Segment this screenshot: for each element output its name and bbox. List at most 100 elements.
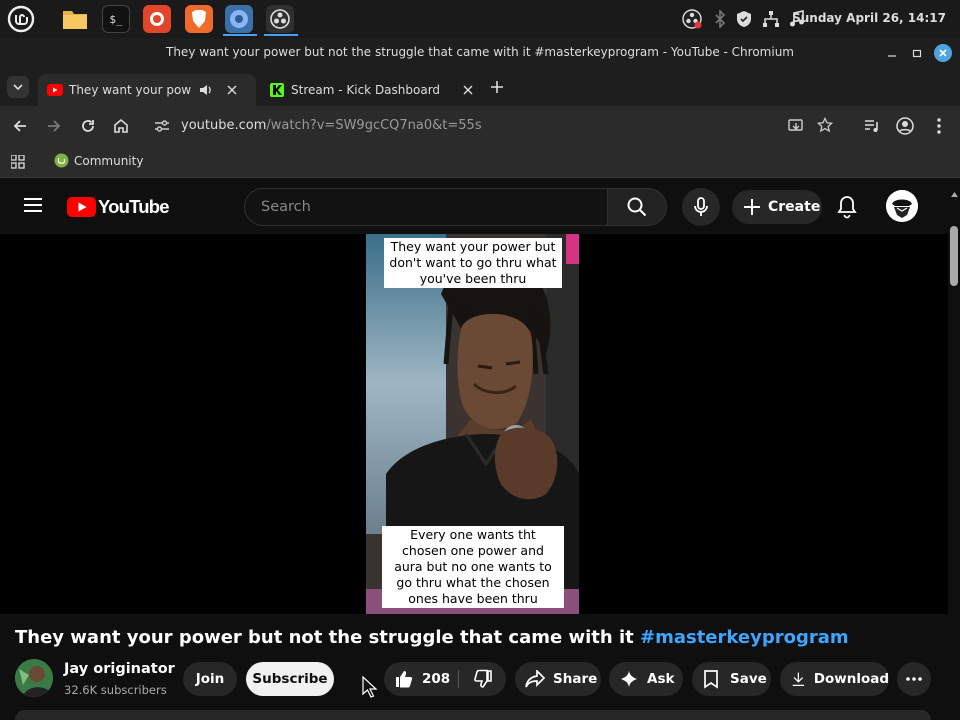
profile-button[interactable] [893,114,917,138]
apps-grid-icon[interactable] [10,154,25,173]
microphone-icon [694,197,708,216]
ask-label: Ask [647,671,675,687]
chromium-icon[interactable] [225,5,253,33]
chevron-down-icon [13,84,23,91]
bell-icon [837,196,857,219]
subscriber-count: 32.6K subscribers [64,683,167,697]
menu-button[interactable] [927,114,951,138]
mouse-cursor-icon [362,676,378,698]
url-text[interactable]: youtube.com/watch?v=SW9gcCQ7na0&t=55s [181,118,482,133]
back-button[interactable] [8,114,32,138]
home-button[interactable] [109,114,133,138]
download-button[interactable]: Download [780,662,889,696]
search-box[interactable]: Search [244,188,608,226]
share-label: Share [553,671,598,687]
download-label: Download [813,671,889,687]
description-box[interactable] [15,710,931,720]
ask-button[interactable]: Ask [609,662,683,696]
kebab-menu-icon [937,118,941,134]
youtube-masthead: YouTube Search Create [0,180,948,234]
close-tab-icon[interactable] [463,85,473,95]
thumbs-up-icon [396,671,413,688]
video-player[interactable]: They want your power but don't want to g… [0,234,948,614]
minimize-button[interactable] [883,44,901,62]
speaker-icon [200,85,211,95]
scrollbar-thumb[interactable] [950,226,958,286]
clock[interactable]: Sunday April 26, 14:17 [792,11,946,25]
bookmark-label: Community [74,153,144,168]
bluetooth-icon[interactable] [710,9,730,29]
taskbar-active-indicator [223,34,257,36]
window-titlebar: They want your power but not the struggl… [0,38,960,68]
hashtag-link[interactable]: #masterkeyprogram [640,627,849,648]
tab-kick[interactable]: Stream - Kick Dashboard [262,74,480,106]
terminal-icon[interactable]: $_ [102,5,130,33]
create-button[interactable]: Create [732,190,822,224]
forward-button[interactable] [42,114,66,138]
plus-icon [744,199,760,215]
network-icon[interactable] [761,9,781,29]
more-actions-button[interactable] [897,662,931,696]
video-caption-top: They want your power but don't want to g… [384,238,562,288]
new-tab-button[interactable] [488,78,506,96]
join-button[interactable]: Join [183,662,237,696]
scroll-up-icon[interactable] [951,182,958,201]
page-scrollbar[interactable] [948,180,960,720]
video-frame[interactable]: They want your power but don't want to g… [366,234,579,614]
kick-favicon-icon [270,83,284,97]
video-title: They want your power but not the struggl… [15,627,849,648]
video-title-text: They want your power but not the struggl… [15,627,640,648]
os-taskbar: $_ Sunday April 26, 14:17 [0,0,960,38]
bookmark-community[interactable]: Community [54,153,143,168]
account-avatar[interactable] [886,190,918,222]
tab-strip: They want your power bu Stream - Kick Da… [0,68,960,106]
bookmark-star-icon[interactable] [817,117,833,133]
share-button[interactable]: Share [515,662,601,696]
sparkle-icon [621,671,637,687]
install-app-icon[interactable] [788,118,804,134]
search-button[interactable] [607,188,667,226]
like-count: 208 [422,671,451,687]
subscribe-button[interactable]: Subscribe [246,662,334,696]
channel-name[interactable]: Jay originator [64,661,175,677]
arrow-left-icon [13,120,26,132]
reload-icon [82,120,94,132]
address-bar[interactable]: youtube.com/watch?v=SW9gcCQ7na0&t=55s [145,110,845,142]
media-controls-button[interactable] [860,114,884,138]
like-button[interactable]: 208 [384,662,458,696]
close-tab-icon[interactable] [227,85,237,95]
tab-title: Stream - Kick Dashboard [291,83,441,97]
taskbar-active-indicator [264,34,298,36]
browser-toolbar: youtube.com/watch?v=SW9gcCQ7na0&t=55s [0,106,960,146]
files-icon[interactable] [61,5,89,33]
home-icon [114,118,128,133]
voice-search-button[interactable] [682,188,720,226]
save-button[interactable]: Save [692,662,771,696]
obs-tray-icon[interactable] [680,7,704,31]
like-dislike-group: 208 [384,662,506,696]
guide-menu-button[interactable] [23,197,43,217]
mint-menu-icon[interactable] [6,4,36,34]
tab-youtube[interactable]: They want your power bu [38,74,256,106]
obs-icon[interactable] [266,5,294,33]
brave-icon[interactable] [185,5,213,33]
window-title: They want your power but not the struggl… [166,45,794,59]
close-window-button[interactable] [934,44,952,62]
search-placeholder[interactable]: Search [261,199,311,215]
firefox-icon[interactable] [143,5,171,33]
search-icon [627,197,647,217]
notifications-button[interactable] [836,195,858,223]
channel-avatar[interactable] [15,659,53,697]
youtube-logo-text: YouTube [98,196,170,217]
shield-update-icon[interactable] [734,9,754,29]
youtube-logo[interactable]: YouTube [67,196,170,218]
like-divider [458,670,459,688]
dislike-button[interactable] [460,662,506,696]
reload-button[interactable] [76,114,100,138]
tab-search-button[interactable] [7,76,29,98]
site-info-icon[interactable] [154,119,170,133]
create-label: Create [768,199,821,215]
bookmarks-bar: Community [0,146,960,178]
thumbs-down-icon [474,669,492,688]
maximize-button[interactable] [908,44,926,62]
